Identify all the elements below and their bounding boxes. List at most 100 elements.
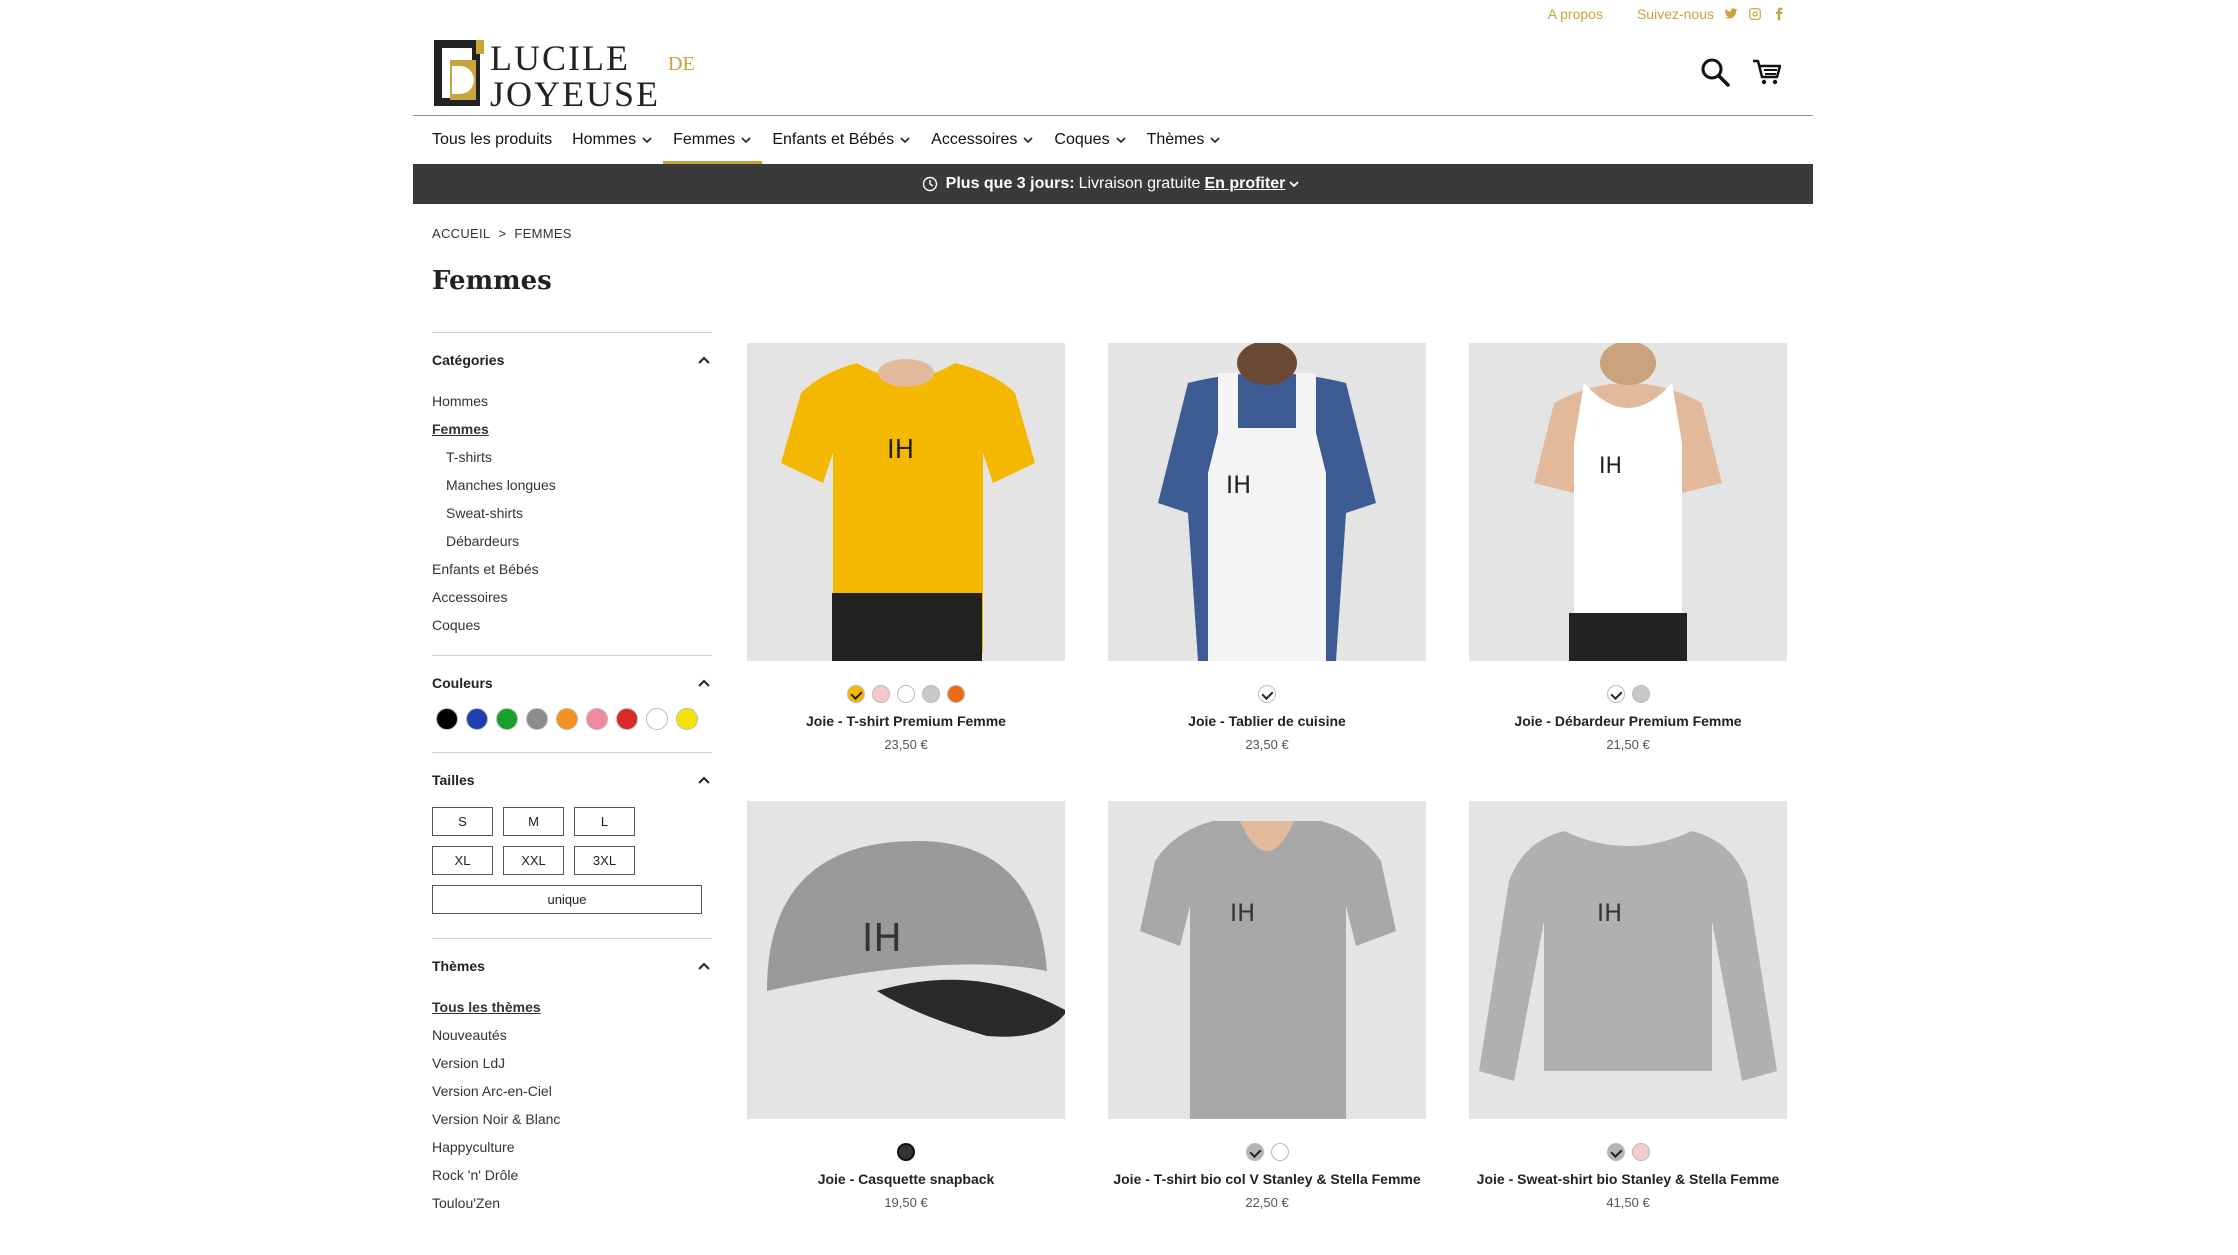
cart-icon[interactable]: [1751, 56, 1783, 88]
category-hommes[interactable]: Hommes: [432, 387, 712, 415]
filter-header[interactable]: Tailles: [432, 769, 712, 791]
color-option[interactable]: [897, 685, 915, 703]
theme-all[interactable]: Tous les thèmes: [432, 993, 712, 1021]
chevron-up-icon[interactable]: [696, 675, 712, 691]
theme-arc-en-ciel[interactable]: Version Arc-en-Ciel: [432, 1077, 712, 1105]
nav-label: Tous les produits: [432, 131, 553, 148]
color-option[interactable]: [1631, 1143, 1650, 1161]
color-option[interactable]: [847, 685, 865, 703]
category-accessoires[interactable]: Accessoires: [432, 583, 712, 611]
nav-femmes[interactable]: Femmes: [663, 116, 763, 164]
size-3xl[interactable]: 3XL: [574, 846, 635, 875]
product-title[interactable]: Joie - Sweat-shirt bio Stanley & Stella …: [1469, 1171, 1787, 1187]
product-image[interactable]: IH: [1469, 343, 1787, 661]
nav-label: Thèmes: [1146, 131, 1205, 148]
color-option[interactable]: [872, 685, 890, 703]
category-tshirts[interactable]: T-shirts: [432, 443, 712, 471]
facebook-icon[interactable]: [1772, 7, 1786, 21]
color-option[interactable]: [947, 685, 965, 703]
nav-themes[interactable]: Thèmes: [1137, 116, 1232, 164]
product-image[interactable]: IH: [747, 801, 1065, 1119]
chevron-up-icon[interactable]: [696, 352, 712, 368]
color-option[interactable]: [1606, 685, 1625, 703]
color-option[interactable]: [897, 1143, 915, 1161]
theme-ldj[interactable]: Version LdJ: [432, 1049, 712, 1077]
theme-happyculture[interactable]: Happyculture: [432, 1133, 712, 1161]
size-m[interactable]: M: [503, 807, 564, 836]
theme-noir-blanc[interactable]: Version Noir & Blanc: [432, 1105, 712, 1133]
theme-toulouzen[interactable]: Toulou'Zen: [432, 1189, 712, 1217]
promo-link[interactable]: En profiter: [1204, 175, 1304, 193]
filter-header[interactable]: Catégories: [432, 349, 712, 371]
brand-de: DE: [668, 53, 695, 75]
color-filter-swatch[interactable]: [556, 708, 578, 730]
color-option[interactable]: [1606, 1143, 1625, 1161]
color-filter-swatch[interactable]: [616, 708, 638, 730]
category-coques[interactable]: Coques: [432, 611, 712, 639]
product-card[interactable]: IH Joie - Débardeur Premium Femme 21,50 …: [1469, 343, 1787, 752]
size-xl[interactable]: XL: [432, 846, 493, 875]
color-filter-swatch[interactable]: [646, 708, 668, 730]
color-option[interactable]: [1270, 1143, 1289, 1161]
category-femmes[interactable]: Femmes: [432, 415, 712, 443]
color-filter-swatch[interactable]: [586, 708, 608, 730]
color-filter-swatch[interactable]: [466, 708, 488, 730]
product-title[interactable]: Joie - Tablier de cuisine: [1108, 713, 1426, 729]
category-sweat-shirts[interactable]: Sweat-shirts: [432, 499, 712, 527]
size-l[interactable]: L: [574, 807, 635, 836]
nav-enfants[interactable]: Enfants et Bébés: [762, 116, 921, 164]
color-filter-swatch[interactable]: [436, 708, 458, 730]
product-title[interactable]: Joie - T-shirt bio col V Stanley & Stell…: [1108, 1171, 1426, 1187]
product-card[interactable]: IH Joie - Tablier de cuisine 23,50 €: [1108, 343, 1426, 752]
nav-hommes[interactable]: Hommes: [562, 116, 663, 164]
size-xxl[interactable]: XXL: [503, 846, 564, 875]
chevron-up-icon[interactable]: [696, 772, 712, 788]
brand-logo[interactable]: LUCILE DE JOYEUSE: [432, 36, 712, 108]
color-filter-swatch[interactable]: [526, 708, 548, 730]
chevron-up-icon[interactable]: [696, 958, 712, 974]
product-card[interactable]: IH Joie - Casquette snapback 19,50 €: [747, 801, 1065, 1210]
color-option[interactable]: [1245, 1143, 1264, 1161]
site-header: LUCILE DE JOYEUSE: [413, 34, 1813, 116]
category-manches-longues[interactable]: Manches longues: [432, 471, 712, 499]
size-unique[interactable]: unique: [432, 885, 702, 914]
product-image[interactable]: IH: [1108, 801, 1426, 1119]
product-price: 19,50 €: [884, 1195, 928, 1210]
color-option[interactable]: [1631, 685, 1650, 703]
nav-coques[interactable]: Coques: [1044, 116, 1136, 164]
product-title[interactable]: Joie - Casquette snapback: [747, 1171, 1065, 1187]
product-image[interactable]: IH: [747, 343, 1065, 661]
color-option[interactable]: [922, 685, 940, 703]
search-icon[interactable]: [1699, 56, 1731, 88]
product-color-options: [1108, 1143, 1426, 1161]
product-price: 23,50 €: [1245, 737, 1289, 752]
svg-text:IH: IH: [887, 435, 914, 465]
color-filter-swatch[interactable]: [676, 708, 698, 730]
filter-title: Catégories: [432, 352, 505, 368]
chevron-down-icon: [642, 137, 652, 144]
color-option[interactable]: [1258, 685, 1276, 703]
product-card[interactable]: IH Joie - T-shirt Premium Femme 23,50 €: [747, 343, 1065, 752]
theme-rock-n-drole[interactable]: Rock 'n' Drôle: [432, 1161, 712, 1189]
category-debardeurs[interactable]: Débardeurs: [432, 527, 712, 555]
product-title[interactable]: Joie - T-shirt Premium Femme: [747, 713, 1065, 729]
tshirt-v-grey-image: IH: [1140, 821, 1396, 1119]
theme-nouveautes[interactable]: Nouveautés: [432, 1021, 712, 1049]
product-title[interactable]: Joie - Débardeur Premium Femme: [1469, 713, 1787, 729]
filter-header[interactable]: Thèmes: [432, 955, 712, 977]
nav-accessoires[interactable]: Accessoires: [921, 116, 1044, 164]
color-filter-swatch[interactable]: [496, 708, 518, 730]
product-card[interactable]: IH Joie - T-shirt bio col V Stanley & St…: [1108, 801, 1426, 1210]
instagram-icon[interactable]: [1748, 7, 1762, 21]
size-s[interactable]: S: [432, 807, 493, 836]
breadcrumb-home[interactable]: ACCUEIL: [432, 226, 490, 241]
filter-header[interactable]: Couleurs: [432, 672, 712, 694]
product-image[interactable]: IH: [1469, 801, 1787, 1119]
about-link[interactable]: A propos: [1548, 6, 1603, 22]
category-enfants[interactable]: Enfants et Bébés: [432, 555, 712, 583]
product-card[interactable]: IH Joie - Sweat-shirt bio Stanley & Stel…: [1469, 801, 1787, 1210]
product-image[interactable]: IH: [1108, 343, 1426, 661]
nav-all-products[interactable]: Tous les produits: [432, 116, 562, 164]
twitter-icon[interactable]: [1724, 7, 1738, 21]
chevron-down-icon: [1289, 181, 1299, 188]
